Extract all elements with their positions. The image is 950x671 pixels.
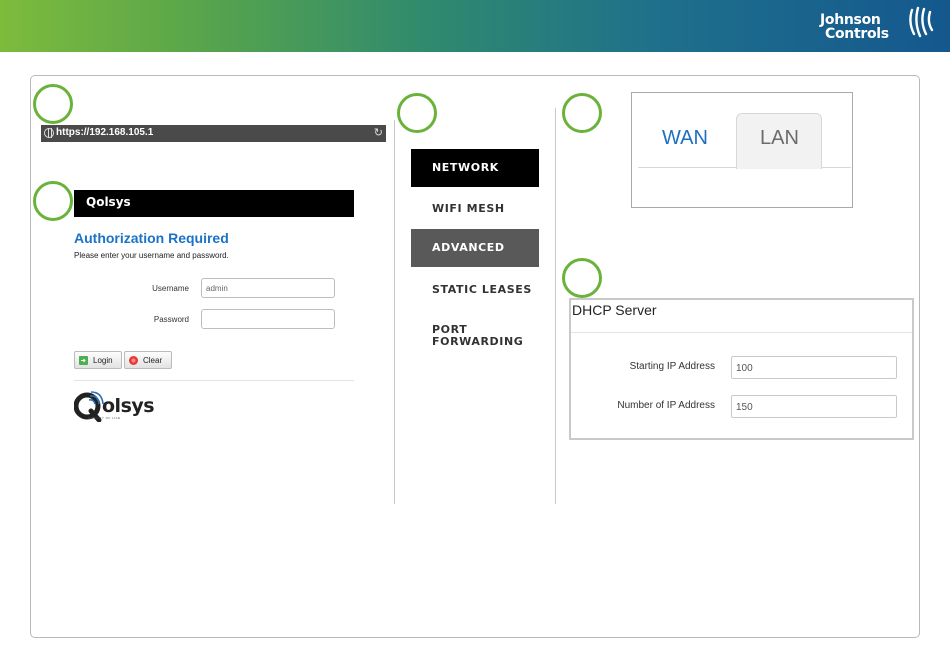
column-divider-right (555, 108, 556, 504)
tab-lan[interactable]: LAN (760, 127, 799, 150)
column-divider-left (394, 120, 395, 504)
password-label: Password (153, 315, 189, 324)
login-button-label: Login (93, 356, 113, 365)
tab-baseline-left (638, 167, 737, 168)
login-divider (74, 380, 354, 381)
starting-ip-input[interactable]: 100 (731, 356, 897, 379)
menu-item-static-leases[interactable]: STATIC LEASES (411, 271, 539, 309)
qolsys-logo: Qolsys (86, 195, 131, 209)
login-icon (79, 356, 88, 365)
clear-button[interactable]: Clear (124, 351, 172, 369)
username-input[interactable]: admin (201, 278, 335, 298)
url-text[interactable]: https://192.168.105.1 (56, 127, 153, 138)
brand-line-2: Controls (825, 26, 889, 42)
step-marker-1 (33, 84, 73, 124)
step-marker-3 (397, 93, 437, 133)
dhcp-separator (571, 332, 912, 333)
reload-icon[interactable]: ↻ (374, 126, 383, 139)
dhcp-title: DHCP Server (572, 302, 657, 318)
auth-title: Authorization Required (74, 230, 229, 246)
tab-wan[interactable]: WAN (662, 127, 708, 150)
qolsys-footer-logo: olsys QUALITY OF LIFE (74, 390, 184, 422)
menu-item-wifi-mesh[interactable]: WIFI MESH (411, 190, 539, 228)
clear-button-label: Clear (143, 356, 163, 365)
auth-subtitle: Please enter your username and password. (74, 251, 229, 260)
menu-item-advanced[interactable]: ADVANCED (411, 229, 539, 267)
starting-ip-label: Starting IP Address (629, 361, 715, 372)
browser-address-bar[interactable]: https://192.168.105.1 ↻ (41, 125, 386, 142)
username-label: Username (152, 284, 189, 293)
clear-icon (129, 356, 138, 365)
password-input[interactable] (201, 309, 335, 329)
login-button[interactable]: Login (74, 351, 122, 369)
header-banner: Johnson Controls (0, 0, 950, 52)
johnson-controls-mark-icon (909, 6, 934, 38)
qolsys-footer-word: olsys (102, 395, 155, 417)
ip-count-label: Number of IP Address (617, 400, 715, 411)
ip-count-input[interactable]: 150 (731, 395, 897, 418)
menu-item-network[interactable]: NETWORK (411, 149, 539, 187)
step-marker-2 (33, 181, 73, 221)
step-marker-4 (562, 93, 602, 133)
tab-baseline-right (821, 167, 851, 168)
globe-icon (44, 128, 54, 138)
qolsys-tagline: QUALITY OF LIFE (88, 416, 121, 420)
brand-line-1: Johnson (820, 12, 881, 28)
qolsys-header-bar: Qolsys (74, 190, 354, 217)
step-marker-5 (562, 258, 602, 298)
menu-item-port-forwarding[interactable]: PORT FORWARDING (411, 320, 523, 364)
johnson-controls-logo: Johnson Controls (816, 4, 936, 48)
